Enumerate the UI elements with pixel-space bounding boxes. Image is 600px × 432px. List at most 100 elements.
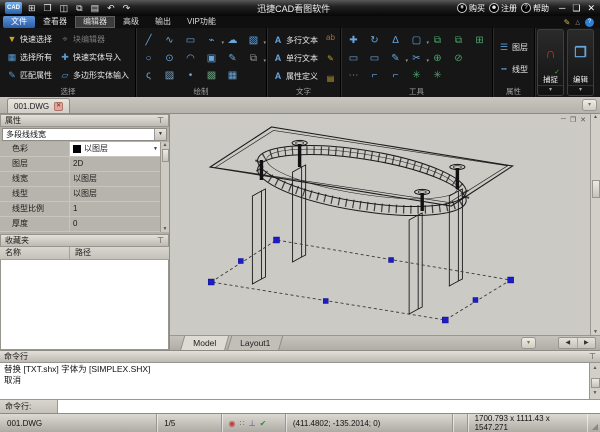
buy-button[interactable]: ¥ 购买 <box>457 3 485 14</box>
polyline-icon[interactable]: ⌁▾ <box>204 33 219 48</box>
menu-vip[interactable]: VIP功能 <box>179 16 224 28</box>
ungroup-icon[interactable]: ⊘ <box>451 51 466 66</box>
grip-handle[interactable] <box>323 299 328 304</box>
collapse-ribbon-icon[interactable]: △ <box>575 19 580 26</box>
tabbar-chevron-button[interactable]: ▾ <box>521 337 536 349</box>
favorites-col-path[interactable]: 路径 <box>70 247 169 259</box>
property-row-layer[interactable]: 图层 2D <box>0 157 169 172</box>
command-log-scrollbar[interactable]: ▲ ▼ <box>589 363 600 399</box>
help-button[interactable]: ? 帮助 <box>521 3 549 14</box>
menu-output[interactable]: 输出 <box>147 16 179 28</box>
trim-icon[interactable]: ▭ <box>346 51 361 66</box>
entity-selector-combo[interactable]: 多段线线宽 ▼ <box>2 128 167 141</box>
table-icon[interactable]: ▦ <box>225 68 240 83</box>
selection-cycling-icon[interactable]: ◉ <box>229 419 236 428</box>
snap-button[interactable]: ∩✓ 捕捉 ▾ <box>537 29 564 96</box>
rotate-icon[interactable]: ↻ <box>367 33 382 48</box>
resize-grip-icon[interactable]: ◢ <box>587 414 600 432</box>
circle-icon[interactable]: ○ <box>141 51 156 66</box>
point-icon[interactable]: • <box>183 68 198 83</box>
print-icon[interactable]: ▤ <box>91 1 100 15</box>
canvas-close-icon[interactable]: ✕ <box>580 116 586 124</box>
quick-entity-import-button[interactable]: ✚快速实体导入 <box>57 48 132 66</box>
help-circle-icon[interactable]: ? <box>585 18 594 27</box>
open-file-icon[interactable]: ❒ <box>44 1 52 15</box>
mirror-icon[interactable]: ∆ <box>388 33 403 48</box>
property-row-thickness[interactable]: 厚度 0 <box>0 217 169 232</box>
grip-handle[interactable] <box>508 277 514 283</box>
command-input[interactable] <box>58 400 600 413</box>
menu-file[interactable]: 文件 <box>3 16 35 28</box>
tab-model[interactable]: Model <box>180 336 229 351</box>
command-log[interactable]: 替换 [TXT.shx] 字体为 [SIMPLEX.SHX] 取消 ▲ ▼ <box>0 363 600 399</box>
scroll-up-icon[interactable]: ▲ <box>163 142 168 148</box>
scroll-left-icon[interactable]: ◀ <box>559 338 578 348</box>
select-all-button[interactable]: ▦选择所有 <box>4 48 55 66</box>
property-row-linetype-scale[interactable]: 线型比例 1 <box>0 202 169 217</box>
scroll-down-icon[interactable]: ▼ <box>593 388 598 399</box>
document-tab[interactable]: 001.DWG ✕ <box>7 98 70 113</box>
tab-layout1[interactable]: Layout1 <box>227 336 284 351</box>
new-file-icon[interactable]: ⊞ <box>28 1 36 15</box>
save-icon[interactable]: ◫ <box>60 1 69 15</box>
favorites-col-name[interactable]: 名称 <box>0 247 70 259</box>
canvas-minimize-icon[interactable]: ─ <box>561 116 566 124</box>
pin-icon[interactable]: ⊤ <box>589 352 596 361</box>
move-icon[interactable]: ✚ <box>346 33 361 48</box>
edit-button[interactable]: ❐ 编辑 ▾ <box>567 29 594 96</box>
property-row-color[interactable]: 色彩 以图层▼ <box>0 142 169 157</box>
sketch-icon[interactable]: ✎ <box>225 51 240 66</box>
image-insert-icon[interactable]: ▣ <box>204 51 219 66</box>
save-as-icon[interactable]: ⧉ <box>76 1 82 15</box>
edit-dropdown[interactable]: ▾ <box>568 85 593 95</box>
chevron-down-icon[interactable]: ▼ <box>154 129 166 140</box>
single-text-button[interactable]: A单行文本 <box>270 50 321 66</box>
hatch-icon[interactable]: ▨ <box>162 68 177 83</box>
property-row-linetype[interactable]: 线型 以图层 <box>0 187 169 202</box>
mtext-button[interactable]: A多行文本 <box>270 32 321 48</box>
menu-editor[interactable]: 编辑器 <box>75 16 115 28</box>
rectangle-icon[interactable]: ▭ <box>183 33 198 48</box>
ortho-mode-icon[interactable]: ⊥ <box>249 419 256 428</box>
scrollbar-thumb[interactable] <box>592 180 600 198</box>
spline-icon[interactable]: ∿ <box>162 33 177 48</box>
scrollbar-thumb[interactable] <box>162 149 169 162</box>
maximize-button[interactable]: ❑ <box>572 3 580 14</box>
grid-snap-icon[interactable]: ∷ <box>240 419 245 428</box>
scroll-up-icon[interactable]: ▲ <box>593 363 598 374</box>
annotation-icon[interactable]: ▤ <box>324 74 337 83</box>
tabstrip-chevron-button[interactable]: ▾ <box>582 99 597 111</box>
scroll-up-icon[interactable]: ▲ <box>593 114 598 120</box>
join-icon[interactable]: ✳ <box>430 68 445 83</box>
match-properties-button[interactable]: ✎匹配属性 <box>4 66 55 84</box>
drawing-canvas[interactable]: ─ ❐ ✕ ▲ ▼ <box>170 114 600 335</box>
pin-icon[interactable]: ⊤ <box>157 116 164 125</box>
grip-handle[interactable] <box>442 317 448 323</box>
modify-icon[interactable]: ✎▾ <box>388 51 403 66</box>
grip-handle[interactable] <box>473 298 478 303</box>
edit-text-icon[interactable]: ✎ <box>324 54 337 63</box>
customize-pencil-icon[interactable]: ✎ <box>564 18 571 27</box>
scroll-down-icon[interactable]: ▼ <box>163 226 168 232</box>
copy-entities-icon[interactable]: ⧉ <box>430 33 445 48</box>
arc-icon[interactable]: ◠ <box>183 51 198 66</box>
grip-handle[interactable] <box>273 237 279 243</box>
undo-icon[interactable]: ↶ <box>107 1 115 15</box>
fillet-icon[interactable]: ⌐ <box>367 68 382 83</box>
grip-handle[interactable] <box>208 279 214 285</box>
copy-icon[interactable]: ⧉▾ <box>246 51 261 66</box>
polygon-icon[interactable]: ▧▾ <box>246 33 261 48</box>
scroll-right-icon[interactable]: ▶ <box>578 338 596 348</box>
grip-handle[interactable] <box>238 259 243 264</box>
scrollbar-thumb[interactable] <box>591 378 600 388</box>
linetype-button[interactable]: ╍线型 <box>496 60 531 78</box>
canvas-vertical-scrollbar[interactable]: ▲ ▼ <box>590 114 600 335</box>
app-logo[interactable]: CAD <box>5 2 22 14</box>
replace-block-icon[interactable]: ⊞ <box>472 33 487 48</box>
break-icon[interactable]: ✂▾ <box>409 51 424 66</box>
paste-entities-icon[interactable]: ⧉ <box>451 33 466 48</box>
canvas-restore-icon[interactable]: ❐ <box>570 116 576 124</box>
pin-icon[interactable]: ⊤ <box>157 236 164 245</box>
snap-dropdown[interactable]: ▾ <box>538 85 563 95</box>
redo-icon[interactable]: ↷ <box>123 1 131 15</box>
